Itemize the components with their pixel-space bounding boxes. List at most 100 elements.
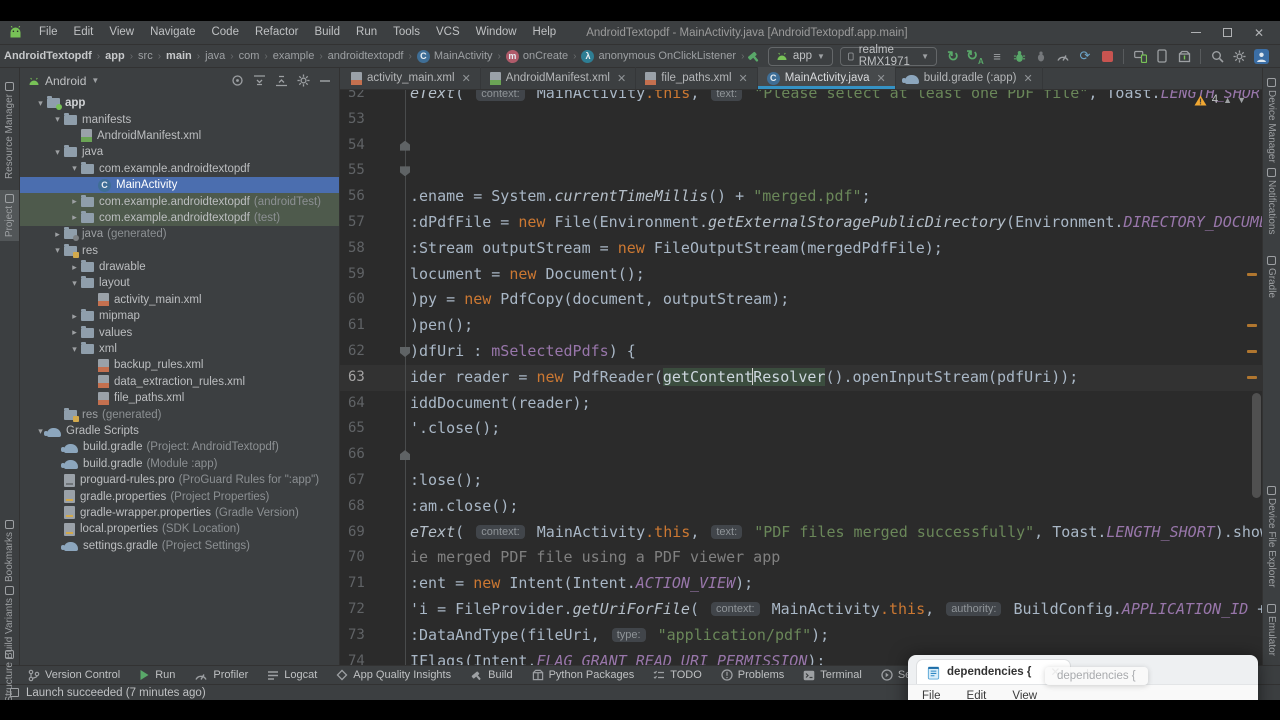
editor-tab-build-gradle-app-[interactable]: build.gradle (:app) ✕ <box>896 67 1043 89</box>
close-icon[interactable]: ✕ <box>1254 27 1264 39</box>
code-line-58[interactable]: 58:Stream outputStream = new FileOutputS… <box>340 235 1262 262</box>
code-line-55[interactable]: 55 <box>340 158 1262 185</box>
breadcrumb-item[interactable]: MainActivity <box>415 49 495 63</box>
panel-settings-gear-icon[interactable] <box>297 74 310 87</box>
tree-item-mainactivity[interactable]: MainActivity <box>20 176 339 194</box>
stripe-item-bookmarks[interactable]: Bookmarks <box>0 516 19 586</box>
debug-icon[interactable] <box>1010 47 1028 65</box>
breadcrumb-item[interactable]: java <box>203 50 227 62</box>
tree-item-app[interactable]: ▾ app <box>20 95 339 111</box>
toolwindow-button-profiler[interactable]: Profiler <box>194 669 248 681</box>
breadcrumb-item[interactable]: app <box>103 50 127 62</box>
code-line-52[interactable]: 52 eText( context: MainActivity.this, tex… <box>340 90 1262 107</box>
tab-close-icon[interactable]: ✕ <box>617 72 626 85</box>
breadcrumb-item[interactable]: com <box>237 50 262 62</box>
tree-item-values[interactable]: ▸ values <box>20 324 339 340</box>
hide-panel-icon[interactable] <box>319 75 331 87</box>
code-editor[interactable]: 52 eText( context: MainActivity.this, tex… <box>340 90 1262 665</box>
tree-item-xml[interactable]: ▾ xml <box>20 341 339 357</box>
code-line-68[interactable]: 68:am.close(); <box>340 493 1262 520</box>
minimize-icon[interactable] <box>1190 31 1201 34</box>
toolwindow-button-version-control[interactable]: Version Control <box>28 669 120 682</box>
pair-devices-icon[interactable] <box>1153 47 1171 65</box>
stop-icon[interactable] <box>1098 47 1116 65</box>
code-line-61[interactable]: 61)pen(); <box>340 313 1262 339</box>
tree-item-file-paths-xml[interactable]: file_paths.xml <box>20 390 339 406</box>
stripe-item-emulator[interactable]: Emulator <box>1263 600 1280 660</box>
tab-close-icon[interactable]: ✕ <box>739 72 748 85</box>
menu-help[interactable]: Help <box>525 21 565 44</box>
tree-item-settings-gradle[interactable]: settings.gradle (Project Settings) <box>20 538 339 554</box>
code-line-64[interactable]: 64 iddDocument(reader); <box>340 390 1262 417</box>
tree-item-java[interactable]: ▸ java (generated) <box>20 226 339 242</box>
code-line-59[interactable]: 59 locument = new Document(); <box>340 261 1262 288</box>
code-line-56[interactable]: 56 .ename = System.currentTimeMillis() + … <box>340 184 1262 210</box>
breadcrumb-item[interactable]: onCreate <box>504 49 570 63</box>
tree-item-res[interactable]: ▾ res <box>20 243 339 259</box>
toolwindow-button-terminal[interactable]: Terminal <box>803 669 862 681</box>
toolwindow-button-todo[interactable]: TODO <box>653 669 702 681</box>
profiler-icon[interactable] <box>1054 47 1072 65</box>
breadcrumb-item[interactable]: androidtextopdf <box>326 50 406 62</box>
code-line-73[interactable]: 73:DataAndType(fileUri, type: "applicati… <box>340 622 1262 649</box>
menu-refactor[interactable]: Refactor <box>247 21 306 44</box>
search-everywhere-icon[interactable] <box>1208 47 1226 65</box>
tree-item-mipmap[interactable]: ▸ mipmap <box>20 308 339 324</box>
code-line-69[interactable]: 69 eText( context: MainActivity.this, tex… <box>340 519 1262 546</box>
stripe-item-device-file-explorer[interactable]: Device File Explorer <box>1263 482 1280 591</box>
next-issue-icon[interactable]: ▼ <box>1237 95 1246 105</box>
breadcrumb-item[interactable]: src <box>136 50 155 62</box>
tree-item-java[interactable]: ▾ java <box>20 144 339 160</box>
code-line-70[interactable]: 70 ie merged PDF file using a PDF viewer … <box>340 545 1262 572</box>
maximize-icon[interactable] <box>1222 28 1232 37</box>
apply-changes-icon[interactable]: ↻ <box>944 47 962 65</box>
tree-item-local-properties[interactable]: local.properties (SDK Location) <box>20 521 339 537</box>
profile-avatar-icon[interactable] <box>1252 47 1270 65</box>
inspection-widget[interactable]: 4 ▲ ▼ <box>1194 94 1246 106</box>
project-view-select[interactable]: Android <box>45 74 86 88</box>
tree-chevron-icon[interactable]: ▸ <box>51 229 64 240</box>
code-line-65[interactable]: 65 '.close(); <box>340 416 1262 443</box>
stripe-item-gradle[interactable]: Gradle <box>1263 252 1280 302</box>
tab-close-icon[interactable]: ✕ <box>1023 72 1032 85</box>
code-line-63[interactable]: 63 ider reader = new PdfReader(getContent… <box>340 364 1262 391</box>
tree-chevron-icon[interactable]: ▾ <box>68 278 81 289</box>
menu-navigate[interactable]: Navigate <box>142 21 203 44</box>
editor-tab-activity-main-xml[interactable]: activity_main.xml ✕ <box>342 67 481 89</box>
toolwindow-button-python-packages[interactable]: Python Packages <box>532 669 634 681</box>
apply-code-changes-icon[interactable]: ↻A <box>966 47 984 66</box>
toolwindow-button-app-quality-insights[interactable]: App Quality Insights <box>336 669 451 681</box>
code-line-53[interactable]: 53 <box>340 106 1262 133</box>
tree-chevron-icon[interactable]: ▾ <box>34 98 47 109</box>
code-line-67[interactable]: 67:lose(); <box>340 467 1262 494</box>
tab-close-icon[interactable]: ✕ <box>462 72 471 85</box>
device-select[interactable]: realme RMX1971 ▼ <box>839 44 937 68</box>
tree-chevron-icon[interactable]: ▸ <box>68 262 81 273</box>
tree-item-androidmanifest-xml[interactable]: AndroidManifest.xml <box>20 128 339 144</box>
editor-tab-file-paths-xml[interactable]: file_paths.xml ✕ <box>636 67 758 89</box>
breadcrumb-item[interactable]: main <box>164 50 194 62</box>
tree-chevron-icon[interactable]: ▸ <box>68 212 81 223</box>
locate-file-icon[interactable] <box>231 74 244 87</box>
profile-app-icon[interactable]: ≡ <box>988 47 1006 65</box>
tree-item-com-example-androidtextopdf[interactable]: ▸ com.example.androidtextopdf (test) <box>20 209 339 227</box>
prev-issue-icon[interactable]: ▲ <box>1223 95 1232 105</box>
code-line-71[interactable]: 71:ent = new Intent(Intent.ACTION_VIEW); <box>340 571 1262 597</box>
tree-item-com-example-androidtextopdf[interactable]: ▸ com.example.androidtextopdf (androidTest… <box>20 193 339 210</box>
tree-item-build-gradle[interactable]: build.gradle (Module :app) <box>20 456 339 472</box>
settings-icon[interactable] <box>1230 47 1248 65</box>
breadcrumb-item[interactable]: anonymous OnClickListener <box>579 49 738 63</box>
menu-view[interactable]: View <box>101 21 142 44</box>
code-line-72[interactable]: 72'i = FileProvider.getUriForFile( conte… <box>340 596 1262 623</box>
menu-build[interactable]: Build <box>306 21 348 44</box>
attach-debugger-icon[interactable] <box>1032 47 1050 65</box>
tree-item-manifests[interactable]: ▾ manifests <box>20 111 339 127</box>
breadcrumb-item[interactable]: example <box>271 50 317 62</box>
run-configuration-select[interactable]: app ▼ <box>767 46 833 66</box>
code-line-66[interactable]: 66 <box>340 442 1262 468</box>
tree-item-gradle-scripts[interactable]: ▾ Gradle Scripts <box>20 423 339 439</box>
menu-tools[interactable]: Tools <box>385 21 428 44</box>
tree-item-gradle-wrapper-properties[interactable]: gradle-wrapper.properties (Gradle Version… <box>20 505 339 521</box>
menu-edit[interactable]: Edit <box>66 21 102 44</box>
tree-item-data-extraction-rules-xml[interactable]: data_extraction_rules.xml <box>20 374 339 390</box>
